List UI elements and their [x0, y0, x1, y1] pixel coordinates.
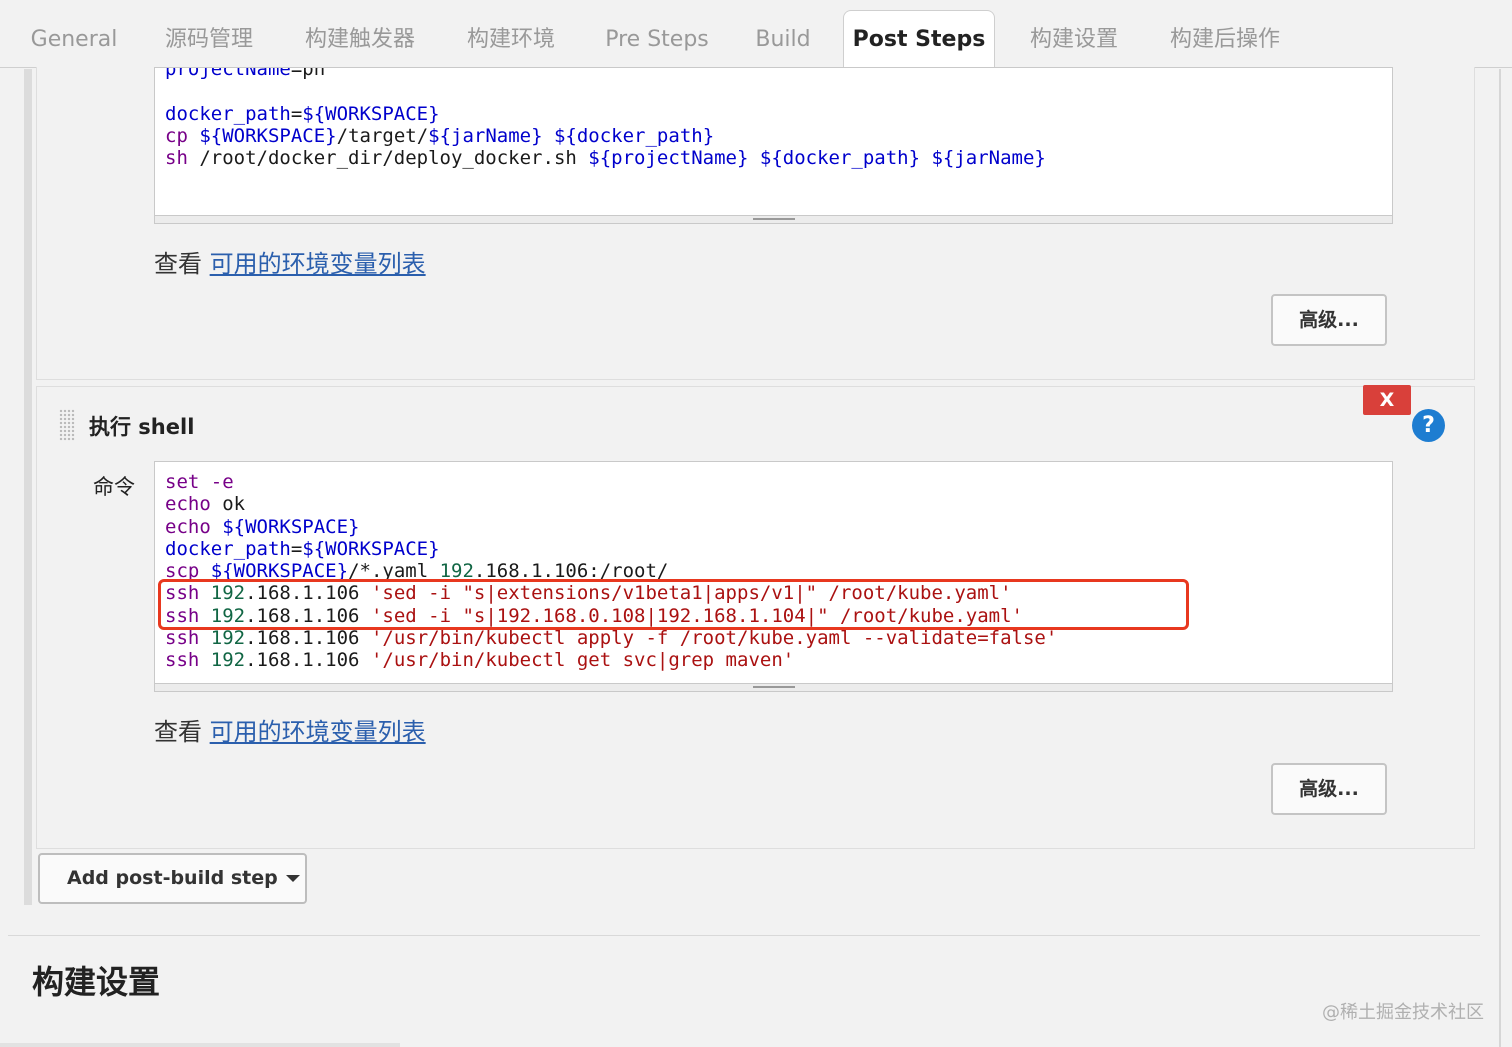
- code-line: projectName=ph: [165, 67, 326, 80]
- grip-line: [753, 686, 795, 688]
- add-post-build-step-button[interactable]: Add post-build step: [38, 853, 307, 904]
- code-line: docker_path=${WORKSPACE}: [165, 102, 440, 125]
- scroll-edge: [1499, 69, 1501, 1047]
- env-vars-link-2[interactable]: 可用的环境变量列表: [210, 718, 426, 746]
- env-vars-line-2: 查看 可用的环境变量列表: [154, 712, 426, 747]
- section-left-rule: [24, 69, 32, 905]
- tab-post-build-actions[interactable]: 构建后操作: [1154, 14, 1296, 68]
- tab-build[interactable]: Build: [744, 14, 822, 68]
- tab-pre-steps[interactable]: Pre Steps: [592, 14, 722, 68]
- tab-post-steps[interactable]: Post Steps: [843, 10, 995, 69]
- code-line: ssh 192.168.1.106 '/usr/bin/kubectl get …: [165, 649, 795, 672]
- env-prefix: 查看: [154, 250, 202, 278]
- command-editor-1[interactable]: projectName=ph docker_path=${WORKSPACE} …: [154, 67, 1393, 224]
- watermark: @稀土掘金技术社区: [1322, 1002, 1484, 1023]
- env-prefix: 查看: [154, 718, 202, 746]
- command-code-1: projectName=ph docker_path=${WORKSPACE} …: [165, 67, 1046, 170]
- code-line: sh /root/docker_dir/deploy_docker.sh ${p…: [165, 147, 1046, 170]
- add-step-label: Add post-build step: [67, 867, 278, 889]
- env-vars-line-1: 查看 可用的环境变量列表: [154, 244, 426, 279]
- code-line: cp ${WORKSPACE}/target/${jarName} ${dock…: [165, 124, 715, 147]
- section-divider: [8, 935, 1480, 936]
- delete-step-button[interactable]: X: [1363, 385, 1411, 415]
- command-label: 命令: [93, 475, 135, 499]
- code-line: echo ${WORKSPACE}: [165, 515, 360, 538]
- advanced-button-2[interactable]: 高级...: [1271, 763, 1387, 815]
- editor-resize-handle[interactable]: [155, 215, 1392, 223]
- tab-build-triggers[interactable]: 构建触发器: [290, 14, 430, 68]
- grip-line: [753, 218, 795, 220]
- code-line: echo ok: [165, 493, 246, 516]
- post-step-shell-2: 执行 shell X ? 命令 set -e echo ok echo ${WO…: [36, 385, 1475, 849]
- advanced-button-1[interactable]: 高级...: [1271, 294, 1387, 346]
- tab-build-settings[interactable]: 构建设置: [1016, 14, 1132, 68]
- env-vars-link-1[interactable]: 可用的环境变量列表: [210, 250, 426, 278]
- code-line: ssh 192.168.1.106 '/usr/bin/kubectl appl…: [165, 627, 1058, 650]
- section-heading-build-settings: 构建设置: [32, 963, 161, 1001]
- step-title: 执行 shell: [89, 415, 195, 439]
- tab-general[interactable]: General: [16, 14, 132, 68]
- tab-bar: General 源码管理 构建触发器 构建环境 Pre Steps Build …: [0, 0, 1512, 69]
- help-icon[interactable]: ?: [1412, 409, 1445, 442]
- code-line: docker_path=${WORKSPACE}: [165, 537, 440, 560]
- bottom-bar: [0, 1043, 400, 1047]
- drag-handle-icon[interactable]: [59, 409, 75, 441]
- post-steps-content: projectName=ph docker_path=${WORKSPACE} …: [0, 67, 1512, 1047]
- caret-down-icon: [285, 875, 300, 882]
- code-line: set -e: [165, 471, 234, 493]
- command-code-2: set -e echo ok echo ${WORKSPACE} docker_…: [165, 471, 1057, 672]
- highlight-box: [158, 579, 1189, 630]
- tab-source-control[interactable]: 源码管理: [150, 14, 268, 68]
- tab-build-environment[interactable]: 构建环境: [452, 14, 570, 68]
- command-editor-2[interactable]: set -e echo ok echo ${WORKSPACE} docker_…: [154, 461, 1393, 692]
- editor-resize-handle[interactable]: [155, 683, 1392, 691]
- post-step-shell-1: projectName=ph docker_path=${WORKSPACE} …: [36, 67, 1475, 380]
